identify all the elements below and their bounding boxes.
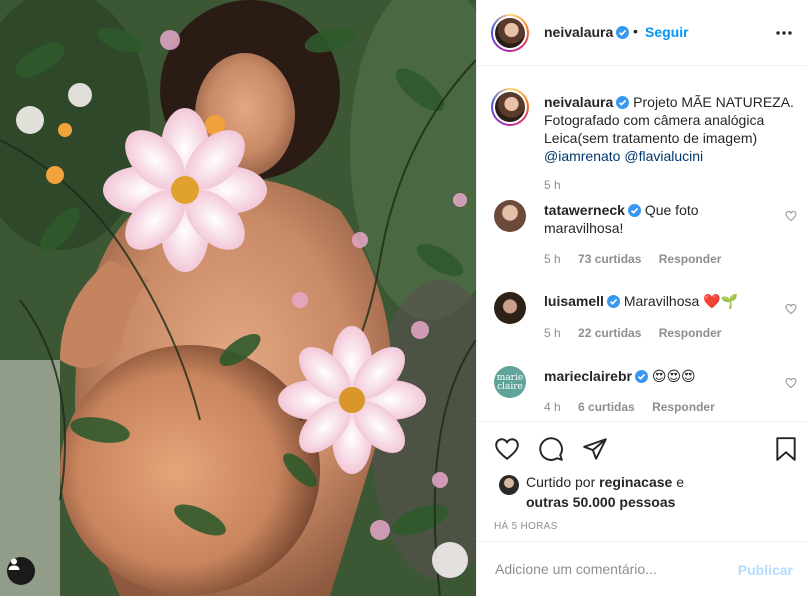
- heart-icon[interactable]: [785, 377, 797, 389]
- caption-mention-2[interactable]: @flavialucini: [624, 148, 703, 164]
- comment-time[interactable]: 5 h: [544, 252, 561, 266]
- caption-line3: Leica(sem tratamento de imagem): [544, 130, 758, 146]
- comment-text: tatawerneck Que foto maravilhosa!: [544, 201, 794, 237]
- caption-mention-1[interactable]: @iamrenato: [544, 148, 620, 164]
- reply-button[interactable]: Responder: [659, 326, 722, 340]
- comment-username[interactable]: luisamell: [544, 293, 604, 309]
- caption-time[interactable]: 5 h: [544, 178, 561, 192]
- verified-icon: [634, 370, 648, 383]
- comment-username[interactable]: tatawerneck: [544, 202, 625, 218]
- comment-body-line1: Maravilhosa ❤️🌱: [623, 293, 739, 309]
- comment-body-line2: maravilhosa!: [544, 220, 624, 236]
- heart-icon[interactable]: [785, 210, 797, 222]
- comment-input[interactable]: [495, 558, 725, 580]
- liked-by-conj: e: [676, 474, 685, 490]
- share-icon[interactable]: [582, 436, 608, 462]
- likes-count[interactable]: outras 50.000 pessoas: [526, 494, 675, 510]
- post-actions: Curtido por reginacase e outras 50.000 p…: [477, 421, 806, 541]
- more-options-icon[interactable]: [775, 24, 793, 42]
- comment-body-line1: Que foto: [644, 202, 699, 218]
- comment-icon[interactable]: [538, 436, 564, 462]
- liked-by-avatar[interactable]: [499, 475, 519, 495]
- heart-icon[interactable]: [785, 303, 797, 315]
- caption-meta: 5 h: [544, 178, 575, 192]
- comment-time[interactable]: 4 h: [544, 400, 561, 414]
- post-timestamp[interactable]: HÁ 5 HORAS: [494, 521, 558, 532]
- comment-meta: 5 h 73 curtidas Responder: [544, 252, 735, 266]
- caption-username[interactable]: neivalaura: [544, 94, 613, 110]
- publish-button[interactable]: Publicar: [738, 562, 793, 578]
- liked-by-user[interactable]: reginacase: [599, 474, 672, 490]
- photo-artwork: [0, 0, 476, 596]
- caption-text: neivalaura Projeto MÃE NATUREZA. Fotogra…: [544, 93, 794, 165]
- comment-username[interactable]: marieclairebr: [544, 368, 632, 384]
- comment-avatar[interactable]: marie claire: [494, 366, 526, 398]
- caption-line2: Fotografado com câmera analógica: [544, 112, 765, 128]
- caption-line1: Projeto MÃE NATUREZA.: [633, 94, 794, 110]
- comment-likes[interactable]: 22 curtidas: [578, 326, 641, 340]
- comment-text: luisamell Maravilhosa ❤️🌱: [544, 292, 794, 310]
- comment-time[interactable]: 5 h: [544, 326, 561, 340]
- liked-by-text: Curtido por reginacase e outras 50.000 p…: [526, 472, 684, 512]
- comment-avatar[interactable]: [494, 200, 526, 232]
- comment-meta: 5 h 22 curtidas Responder: [544, 326, 735, 340]
- post-photo[interactable]: [0, 0, 476, 596]
- comments-list: neivalaura Projeto MÃE NATUREZA. Fotogra…: [477, 67, 806, 421]
- comment-meta: 4 h 6 curtidas Responder: [544, 400, 729, 414]
- author-username[interactable]: neivalaura: [544, 24, 613, 40]
- follow-button[interactable]: Seguir: [645, 24, 689, 40]
- comment-body-line1: 😍😍😍: [651, 368, 696, 384]
- post-side-panel: neivalaura • Seguir neivalaura Projeto M…: [476, 0, 806, 596]
- comment-composer: Publicar: [477, 541, 806, 596]
- comment-likes[interactable]: 73 curtidas: [578, 252, 641, 266]
- reply-button[interactable]: Responder: [652, 400, 715, 414]
- header-separator: •: [633, 23, 638, 39]
- tag-user-icon[interactable]: [7, 557, 35, 585]
- comment-likes[interactable]: 6 curtidas: [578, 400, 635, 414]
- liked-by-prefix: Curtido por: [526, 474, 596, 490]
- reply-button[interactable]: Responder: [659, 252, 722, 266]
- verified-icon: [627, 204, 641, 217]
- caption-avatar[interactable]: [491, 88, 529, 126]
- post-header: neivalaura • Seguir: [477, 0, 806, 66]
- verified-icon: [616, 96, 630, 109]
- save-icon[interactable]: [773, 436, 799, 462]
- verified-icon: [606, 295, 620, 308]
- marieclaire-logo-text: marie claire: [496, 373, 524, 392]
- comment-avatar[interactable]: [494, 292, 526, 324]
- author-avatar[interactable]: [491, 14, 529, 52]
- heart-icon[interactable]: [494, 436, 520, 462]
- comment-text: marieclairebr 😍😍😍: [544, 367, 794, 385]
- verified-icon: [616, 26, 630, 39]
